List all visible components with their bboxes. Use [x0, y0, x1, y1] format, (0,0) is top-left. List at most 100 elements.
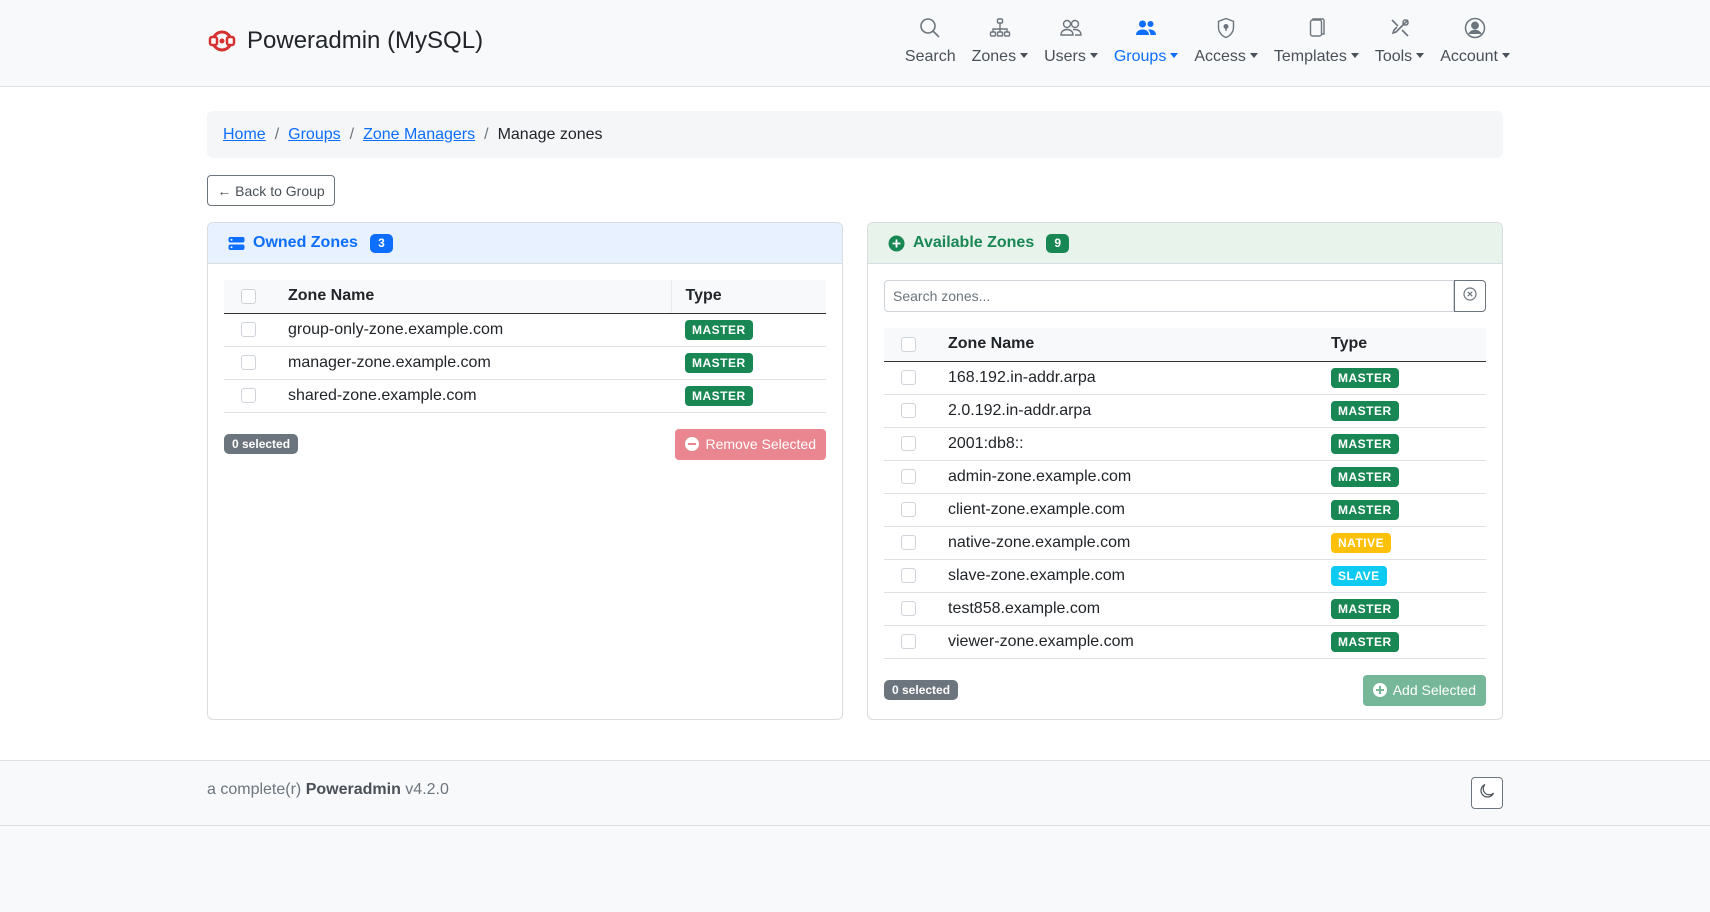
- zone-name-cell: 2.0.192.in-addr.arpa: [948, 394, 1331, 428]
- zone-name-cell: viewer-zone.example.com: [948, 625, 1331, 659]
- moon-icon: [1479, 783, 1495, 804]
- chevron-down-icon: [1350, 53, 1359, 58]
- zone-type-badge: MASTER: [1331, 598, 1399, 619]
- nav-zones[interactable]: Zones: [964, 16, 1036, 66]
- remove-selected-button[interactable]: Remove Selected: [675, 428, 826, 460]
- zone-type-badge: SLAVE: [1331, 565, 1387, 586]
- row-checkbox[interactable]: [901, 600, 916, 616]
- zone-type-badge: MASTER: [1331, 466, 1399, 487]
- theme-toggle-button[interactable]: [1471, 777, 1503, 809]
- footer-text: a complete(r) Poweradmin v4.2.0: [207, 781, 449, 799]
- add-selected-button[interactable]: Add Selected: [1362, 674, 1486, 706]
- select-all-checkbox[interactable]: [241, 288, 256, 304]
- nav-groups[interactable]: Groups: [1106, 16, 1186, 66]
- table-row[interactable]: group-only-zone.example.com MASTER: [224, 313, 826, 347]
- available-zones-header: Available Zones 9: [868, 223, 1502, 264]
- add-selected-label: Add Selected: [1392, 682, 1476, 698]
- nav-account[interactable]: Account: [1432, 16, 1518, 66]
- nav-users[interactable]: Users: [1036, 16, 1106, 66]
- nav-search[interactable]: Search: [897, 16, 964, 66]
- zone-search-input[interactable]: [884, 280, 1454, 312]
- plus-circle-icon: [888, 235, 905, 252]
- row-checkbox[interactable]: [901, 567, 916, 583]
- nav-tools[interactable]: Tools: [1367, 16, 1432, 66]
- row-checkbox[interactable]: [901, 369, 916, 385]
- owned-zones-header: Owned Zones 3: [208, 223, 842, 264]
- footer-product: Poweradmin: [305, 781, 401, 798]
- nav-tools-label: Tools: [1375, 48, 1425, 66]
- nav-access[interactable]: Access: [1186, 16, 1266, 66]
- nav-groups-label: Groups: [1114, 48, 1179, 66]
- nav-search-label: Search: [904, 48, 956, 65]
- zone-type-badge: NATIVE: [1331, 532, 1392, 553]
- zone-type-badge: MASTER: [1331, 499, 1399, 520]
- available-zones-card: Available Zones 9 Zone Name Type: [867, 222, 1503, 720]
- row-checkbox[interactable]: [241, 321, 256, 337]
- brand-title: Poweradmin (MySQL): [247, 27, 484, 54]
- page-footer: a complete(r) Poweradmin v4.2.0: [0, 760, 1710, 826]
- zone-type-badge: MASTER: [1331, 367, 1399, 388]
- breadcrumb-home[interactable]: Home: [223, 126, 266, 144]
- owned-selected-count: 0 selected: [224, 434, 299, 454]
- brand[interactable]: Poweradmin (MySQL): [207, 26, 483, 56]
- col-type[interactable]: Type: [1331, 328, 1486, 362]
- row-checkbox[interactable]: [901, 501, 916, 517]
- table-row[interactable]: viewer-zone.example.com MASTER: [884, 625, 1486, 659]
- table-row[interactable]: admin-zone.example.com MASTER: [884, 460, 1486, 494]
- table-row[interactable]: test858.example.com MASTER: [884, 592, 1486, 626]
- table-row[interactable]: 2.0.192.in-addr.arpa MASTER: [884, 394, 1486, 428]
- breadcrumb-group[interactable]: Zone Managers: [363, 126, 475, 144]
- top-navbar: Poweradmin (MySQL) Search Zones Users Gr…: [0, 0, 1710, 87]
- server-icon: [228, 235, 245, 252]
- table-row[interactable]: 168.192.in-addr.arpa MASTER: [884, 361, 1486, 395]
- chevron-down-icon: [1020, 53, 1029, 58]
- zone-name-cell: manager-zone.example.com: [288, 346, 671, 380]
- user-circle-icon: [1463, 16, 1487, 40]
- dash-circle-icon: [685, 437, 700, 451]
- nav-templates[interactable]: Templates: [1266, 16, 1367, 66]
- row-checkbox[interactable]: [901, 633, 916, 649]
- owned-zones-card: Owned Zones 3 Zone Name Type group-only-…: [207, 222, 843, 720]
- table-row[interactable]: shared-zone.example.com MASTER: [224, 379, 826, 413]
- row-checkbox[interactable]: [901, 435, 916, 451]
- owned-zones-table: Zone Name Type group-only-zone.example.c…: [224, 280, 826, 413]
- chevron-down-icon: [1416, 53, 1425, 58]
- main-nav: Search Zones Users Groups Access Templat…: [897, 16, 1518, 66]
- row-checkbox[interactable]: [901, 534, 916, 550]
- footer-version: v4.2.0: [405, 781, 449, 798]
- sitemap-icon: [988, 16, 1012, 40]
- table-row[interactable]: 2001:db8:: MASTER: [884, 427, 1486, 461]
- row-checkbox[interactable]: [901, 468, 916, 484]
- table-row[interactable]: slave-zone.example.com SLAVE: [884, 559, 1486, 593]
- table-row[interactable]: manager-zone.example.com MASTER: [224, 346, 826, 380]
- col-zone-name[interactable]: Zone Name: [288, 280, 671, 314]
- breadcrumb-separator: /: [349, 125, 355, 143]
- breadcrumb-groups[interactable]: Groups: [288, 126, 340, 144]
- zone-type-badge: MASTER: [685, 319, 753, 340]
- main-content: Home / Groups / Zone Managers / Manage z…: [0, 87, 1710, 760]
- copy-icon: [1304, 16, 1328, 40]
- breadcrumb: Home / Groups / Zone Managers / Manage z…: [207, 111, 1503, 158]
- available-zones-count-badge: 9: [1046, 233, 1070, 253]
- owned-zones-count-badge: 3: [369, 233, 393, 253]
- chevron-down-icon: [1249, 53, 1258, 58]
- footer-prefix: a complete(r): [207, 781, 302, 798]
- zone-name-cell: 168.192.in-addr.arpa: [948, 361, 1331, 395]
- table-row[interactable]: client-zone.example.com MASTER: [884, 493, 1486, 527]
- col-type[interactable]: Type: [670, 280, 826, 314]
- zone-name-cell: slave-zone.example.com: [948, 559, 1331, 593]
- select-all-checkbox[interactable]: [901, 336, 916, 352]
- zone-name-cell: admin-zone.example.com: [948, 460, 1331, 494]
- table-row[interactable]: native-zone.example.com NATIVE: [884, 526, 1486, 560]
- back-to-group-button[interactable]: ← Back to Group: [207, 175, 335, 206]
- users-icon: [1059, 16, 1083, 40]
- row-checkbox[interactable]: [241, 387, 256, 403]
- available-zones-title: Available Zones: [913, 234, 1035, 251]
- clear-search-button[interactable]: [1454, 280, 1486, 312]
- zone-type-badge: MASTER: [685, 385, 753, 406]
- col-zone-name[interactable]: Zone Name: [948, 328, 1331, 362]
- row-checkbox[interactable]: [901, 402, 916, 418]
- zone-name-cell: native-zone.example.com: [948, 526, 1331, 560]
- nav-account-label: Account: [1440, 48, 1510, 66]
- row-checkbox[interactable]: [241, 354, 256, 370]
